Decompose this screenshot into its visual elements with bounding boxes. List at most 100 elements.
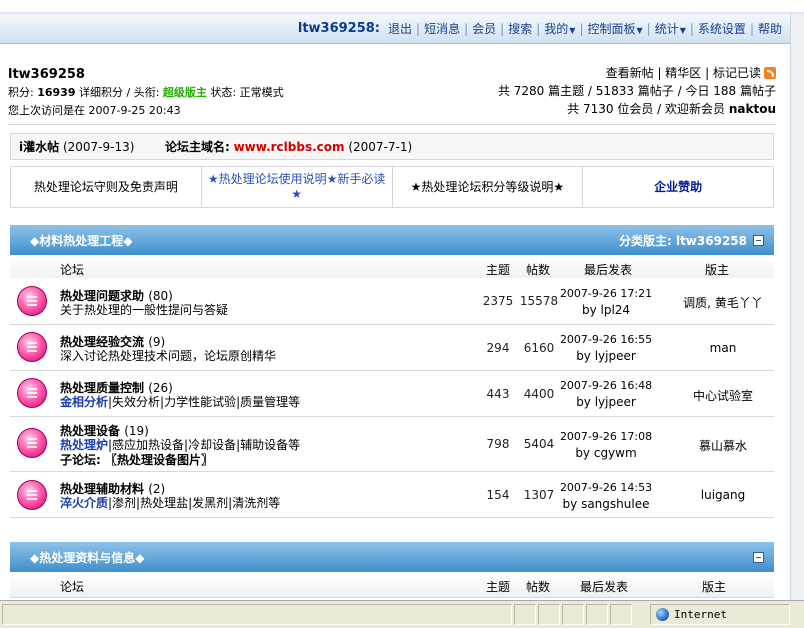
announcement-date: (2007-9-13) xyxy=(62,139,135,154)
forum-description: 关于热处理的一般性提问与答疑 xyxy=(60,303,229,317)
subforum-link[interactable]: 热处理炉 xyxy=(60,438,108,452)
subforum-list[interactable]: 子论坛: 〖热处理设备图片〗 xyxy=(60,451,213,468)
column-header: 论坛 主题 帖数 最后发表 版主 xyxy=(10,572,774,598)
category-header: ◆热处理资料与信息◆ xyxy=(10,542,774,572)
last-post-time[interactable]: 2007-9-26 14:53 xyxy=(558,480,654,496)
last-post-author[interactable]: by lpl24 xyxy=(558,302,654,318)
domain-link[interactable]: www.rclbbs.com xyxy=(234,140,345,154)
col-last-post: 最后发表 xyxy=(584,263,633,277)
last-post-author[interactable]: by lyjpeer xyxy=(558,394,654,410)
newest-member-link[interactable]: naktou xyxy=(729,102,776,116)
user-status-value: 正常模式 xyxy=(239,86,284,99)
forum-last-post: 2007-9-26 14:53 by sangshulee xyxy=(558,480,654,512)
mark-read-link[interactable]: 标记已读 xyxy=(713,66,761,80)
nav-settings[interactable]: 系统设置 xyxy=(694,20,750,37)
forum-moderator[interactable]: 慕山慕水 xyxy=(668,437,778,454)
forum-moderator[interactable]: luigang xyxy=(668,488,778,502)
divider xyxy=(8,124,776,125)
collapse-icon[interactable] xyxy=(753,551,764,563)
subforum-link[interactable]: 金相分析 xyxy=(60,395,108,409)
nav-stats-menu[interactable]: 统计▼ xyxy=(651,20,690,37)
user-name[interactable]: ltw369258 xyxy=(8,66,368,84)
forum-row: 热处理设备 (19) 热处理炉|感应加热设备|冷却设备|辅助设备等 子论坛: 〖… xyxy=(10,417,774,472)
nav-messages[interactable]: 短消息 xyxy=(420,20,464,37)
chevron-down-icon: ▼ xyxy=(679,26,686,35)
forum-row: 热处理辅助材料 (2) 淬火介质|渗剂|热处理盐|发黑剂|清洗剂等 154 13… xyxy=(10,472,774,518)
rules-link[interactable]: 热处理论坛守则及免责声明 xyxy=(11,167,202,207)
sponsor-link[interactable]: 企业赞助 xyxy=(583,167,773,207)
forum-moderator[interactable]: 中心试验室 xyxy=(668,387,778,404)
nav-search[interactable]: 搜索 xyxy=(504,20,536,37)
forum-last-post: 2007-9-26 17:08 by cgywm xyxy=(558,429,654,461)
link-bar: 热处理论坛守则及免责声明 ★热处理论坛使用说明★新手必读★ ★热处理论坛积分等级… xyxy=(10,166,774,208)
last-visit-line: 您上次访问是在 2007-9-25 20:43 xyxy=(8,104,181,117)
announcement-bar: i灌水帖 (2007-9-13) 论坛主域名: www.rclbbs.com (… xyxy=(10,133,774,160)
forum-description: 淬火介质|渗剂|热处理盐|发黑剂|清洗剂等 xyxy=(60,496,281,510)
stats-members: 共 7130 位会员 / 欢迎新会员 naktou xyxy=(567,102,776,116)
security-zone-label: Internet xyxy=(674,608,727,621)
col-topics: 主题 xyxy=(486,580,511,594)
last-post-author[interactable]: by sangshulee xyxy=(558,496,654,512)
collapse-icon[interactable] xyxy=(753,234,764,246)
forum-status-icon xyxy=(17,480,47,510)
nav-logout[interactable]: 退出 xyxy=(384,20,416,37)
user-title-value: 超级版主 xyxy=(162,86,207,99)
user-points-line: 积分: 16939 详细积分 / 头衔: 超级版主 状态: 正常模式 xyxy=(8,86,284,99)
usage-guide-link[interactable]: ★热处理论坛使用说明★新手必读★ xyxy=(202,167,393,207)
col-forum: 论坛 xyxy=(60,263,85,277)
forum-stats: 查看新帖 | 精华区 | 标记已读 共 7280 篇主题 / 51833 篇帖子… xyxy=(497,66,776,116)
forum-status-icon xyxy=(17,428,47,458)
col-posts: 帖数 xyxy=(526,263,551,277)
domain-label: 论坛主域名: xyxy=(164,140,230,154)
globe-icon xyxy=(656,608,669,621)
forum-row: 热处理问题求助 (80) 关于热处理的一般性提问与答疑 2375 15578 2… xyxy=(10,278,774,325)
points-detail-link[interactable]: 详细积分 xyxy=(79,86,123,99)
forum-moderator[interactable]: man xyxy=(668,341,778,355)
nav-control-panel[interactable]: 控制面板▼ xyxy=(583,20,646,37)
last-post-time[interactable]: 2007-9-26 17:21 xyxy=(558,286,654,302)
col-moderator: 版主 xyxy=(702,580,727,594)
nav-my-menu[interactable]: 我的▼ xyxy=(540,20,579,37)
domain-date: (2007-7-1) xyxy=(348,139,413,154)
last-post-time[interactable]: 2007-9-26 17:08 xyxy=(558,429,654,445)
stats-totals: 共 7280 篇主题 / 51833 篇帖子 / 今日 188 篇帖子 xyxy=(497,84,776,98)
view-new-posts-link[interactable]: 查看新帖 xyxy=(606,66,654,80)
nav-username[interactable]: ltw369258: xyxy=(298,21,380,36)
category-header: ◆材料热处理工程◆ 分类版主: ltw369258 xyxy=(10,225,774,255)
chevron-down-icon: ▼ xyxy=(636,26,643,35)
announcement-title[interactable]: i灌水帖 xyxy=(19,138,59,155)
last-post-author[interactable]: by cgywm xyxy=(558,445,654,461)
last-post-time[interactable]: 2007-9-26 16:55 xyxy=(558,332,654,348)
nav-members[interactable]: 会员 xyxy=(468,20,500,37)
nav-help[interactable]: 帮助 xyxy=(754,20,786,37)
col-forum: 论坛 xyxy=(60,580,85,594)
top-band xyxy=(0,0,804,14)
forum-last-post: 2007-9-26 16:48 by lyjpeer xyxy=(558,378,654,410)
forum-last-post: 2007-9-26 16:55 by lyjpeer xyxy=(558,332,654,364)
window-scrollbar[interactable] xyxy=(790,14,804,600)
rss-icon[interactable] xyxy=(764,67,776,79)
subforum-link[interactable]: 淬火介质 xyxy=(60,496,108,510)
forum-status-icon xyxy=(17,286,47,316)
forum-moderator[interactable]: 调质, 黄毛丫丫 xyxy=(668,294,778,311)
forum-status-icon xyxy=(17,332,47,362)
chevron-down-icon: ▼ xyxy=(569,26,576,35)
last-post-time[interactable]: 2007-9-26 16:48 xyxy=(558,378,654,394)
forum-status-icon xyxy=(17,378,47,408)
col-topics: 主题 xyxy=(486,263,511,277)
col-moderator: 版主 xyxy=(705,263,730,277)
forum-description: 深入讨论热处理技术问题，论坛原创精华 xyxy=(60,349,277,363)
forum-description: 金相分析|失效分析|力学性能试验|质量管理等 xyxy=(60,395,301,409)
top-nav-bar: ltw369258: 退出 | 短消息 | 会员 | 搜索 | 我的▼ | 控制面板▼ | … xyxy=(0,14,790,44)
digest-link[interactable]: 精华区 xyxy=(665,66,701,80)
last-post-author[interactable]: by lyjpeer xyxy=(558,348,654,364)
forum-row: 热处理质量控制 (26) 金相分析|失效分析|力学性能试验|质量管理等 443 … xyxy=(10,371,774,417)
category-title[interactable]: ◆材料热处理工程◆ xyxy=(30,232,132,249)
points-guide-link[interactable]: ★热处理论坛积分等级说明★ xyxy=(393,167,584,207)
col-posts: 帖数 xyxy=(526,580,551,594)
category-moderator[interactable]: 分类版主: ltw369258 xyxy=(619,232,747,249)
col-last-post: 最后发表 xyxy=(580,580,629,594)
user-points-value: 16939 xyxy=(37,86,76,99)
user-info-panel: ltw369258 积分: 16939 详细积分 / 头衔: 超级版主 状态: … xyxy=(8,66,368,120)
category-title[interactable]: ◆热处理资料与信息◆ xyxy=(30,549,144,566)
